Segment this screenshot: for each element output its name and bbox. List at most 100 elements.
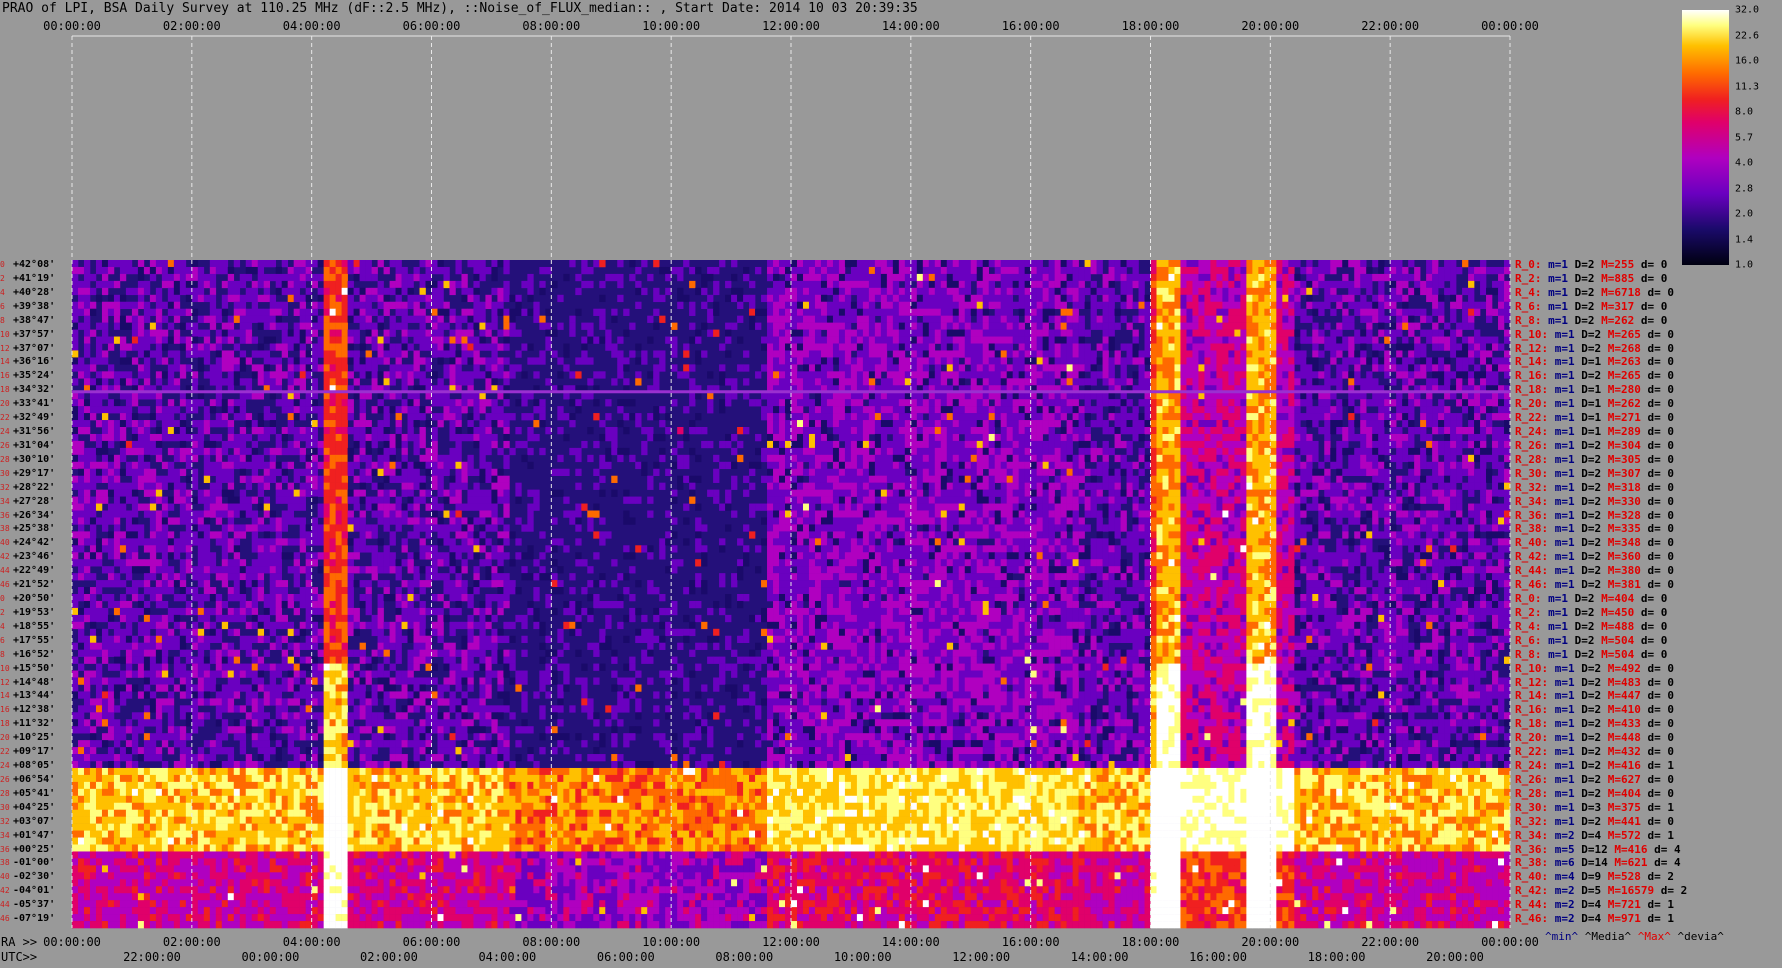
heatmap-cell	[844, 322, 852, 330]
heatmap-cell	[1390, 420, 1397, 428]
heatmap-cell	[832, 308, 840, 316]
heatmap-cell	[826, 406, 834, 414]
heatmap-cell	[826, 280, 834, 289]
heatmap-cell	[239, 433, 247, 442]
heatmap-cell	[593, 399, 600, 407]
heatmap-cell	[952, 420, 960, 428]
heatmap-cell	[587, 378, 594, 386]
heatmap-cell	[1036, 343, 1043, 351]
heatmap-cell	[503, 329, 510, 337]
heatmap-cell	[1060, 273, 1067, 282]
heatmap-cell	[383, 454, 390, 463]
heatmap-cell	[1222, 329, 1229, 337]
heatmap-cell	[1246, 336, 1253, 344]
heatmap-cell	[1036, 371, 1043, 379]
heatmap-cell	[1054, 273, 1061, 282]
heatmap-cell	[269, 447, 277, 456]
heatmap-cell	[167, 266, 175, 275]
heatmap-cell	[856, 301, 864, 310]
heatmap-cell	[1414, 371, 1421, 379]
heatmap-cell	[1252, 301, 1259, 310]
heatmap-cell	[359, 343, 366, 351]
heatmap-cell	[1102, 447, 1109, 456]
heatmap-cell	[898, 294, 906, 303]
heatmap-cell	[826, 440, 834, 449]
heatmap-cell	[1018, 378, 1025, 386]
heatmap-cell	[743, 427, 750, 435]
heatmap-cell	[239, 301, 247, 310]
heatmap-cell	[892, 399, 900, 407]
heatmap-cell	[910, 343, 918, 351]
heatmap-cell	[437, 315, 444, 323]
heatmap-cell	[173, 294, 181, 303]
heatmap-cell	[293, 280, 300, 289]
heatmap-cell	[1300, 329, 1307, 337]
heatmap-cell	[179, 260, 187, 268]
heatmap-cell	[814, 357, 822, 365]
heatmap-cell	[1384, 420, 1391, 428]
heatmap-cell	[1198, 308, 1205, 316]
heatmap-cell	[1174, 266, 1181, 275]
heatmap-cell	[1066, 280, 1073, 289]
heatmap-cell	[275, 273, 283, 282]
heatmap-cell	[880, 266, 888, 275]
heatmap-cell	[779, 294, 786, 303]
heatmap-cell	[467, 427, 474, 435]
heatmap-cell	[287, 273, 294, 282]
heatmap-cell	[1228, 433, 1235, 442]
heatmap-cell	[1180, 420, 1187, 428]
heatmap-cell	[1420, 357, 1427, 365]
heatmap-cell	[647, 336, 654, 344]
heatmap-cell	[77, 454, 85, 463]
heatmap-cell	[1180, 378, 1187, 386]
heatmap-cell	[862, 329, 870, 337]
heatmap-cell	[928, 273, 936, 282]
heatmap-cell	[1054, 329, 1061, 337]
heatmap-cell	[1054, 392, 1061, 400]
heatmap-cell	[1354, 273, 1361, 282]
heatmap-cell	[83, 454, 91, 463]
heatmap-cell	[341, 454, 348, 463]
heatmap-cell	[1492, 357, 1499, 365]
heatmap-cell	[167, 350, 175, 358]
heatmap-cell	[377, 350, 384, 358]
heatmap-cell	[1282, 287, 1289, 296]
heatmap-cell	[1078, 266, 1085, 275]
heatmap-cell	[1054, 357, 1061, 365]
heatmap-cell	[946, 350, 954, 358]
heatmap-cell	[1030, 406, 1037, 414]
heatmap-cell	[347, 399, 354, 407]
heatmap-cell	[1186, 301, 1193, 310]
heatmap-cell	[988, 273, 996, 282]
heatmap-cell	[677, 266, 684, 275]
heatmap-cell	[1054, 301, 1061, 310]
heatmap-cell	[551, 280, 558, 289]
heatmap-cell	[940, 294, 948, 303]
heatmap-cell	[317, 447, 324, 456]
heatmap-cell	[1150, 287, 1157, 296]
heatmap-cell	[707, 308, 714, 316]
heatmap-cell	[832, 336, 840, 344]
heatmap-cell	[1126, 343, 1133, 351]
heatmap-cell	[1264, 336, 1271, 344]
heatmap-cell	[365, 420, 372, 428]
heatmap-cell	[653, 294, 660, 303]
heatmap-cell	[503, 433, 510, 442]
heatmap-cell	[1252, 440, 1259, 449]
heatmap-cell	[617, 420, 624, 428]
heatmap-cell	[263, 308, 271, 316]
heatmap-cell	[779, 420, 786, 428]
heatmap-cell	[1348, 420, 1355, 428]
heatmap-cell	[892, 447, 900, 456]
heatmap-cell	[695, 287, 702, 296]
heatmap-cell	[1036, 378, 1043, 386]
heatmap-cell	[779, 329, 786, 337]
heatmap-cell	[982, 357, 990, 365]
heatmap-cell	[1486, 420, 1493, 428]
heatmap-cell	[1348, 427, 1355, 435]
heatmap-cell	[413, 308, 420, 316]
heatmap-cell	[1360, 378, 1367, 386]
heatmap-cell	[1186, 350, 1193, 358]
heatmap-cell	[239, 322, 247, 330]
heatmap-cell	[197, 399, 205, 407]
